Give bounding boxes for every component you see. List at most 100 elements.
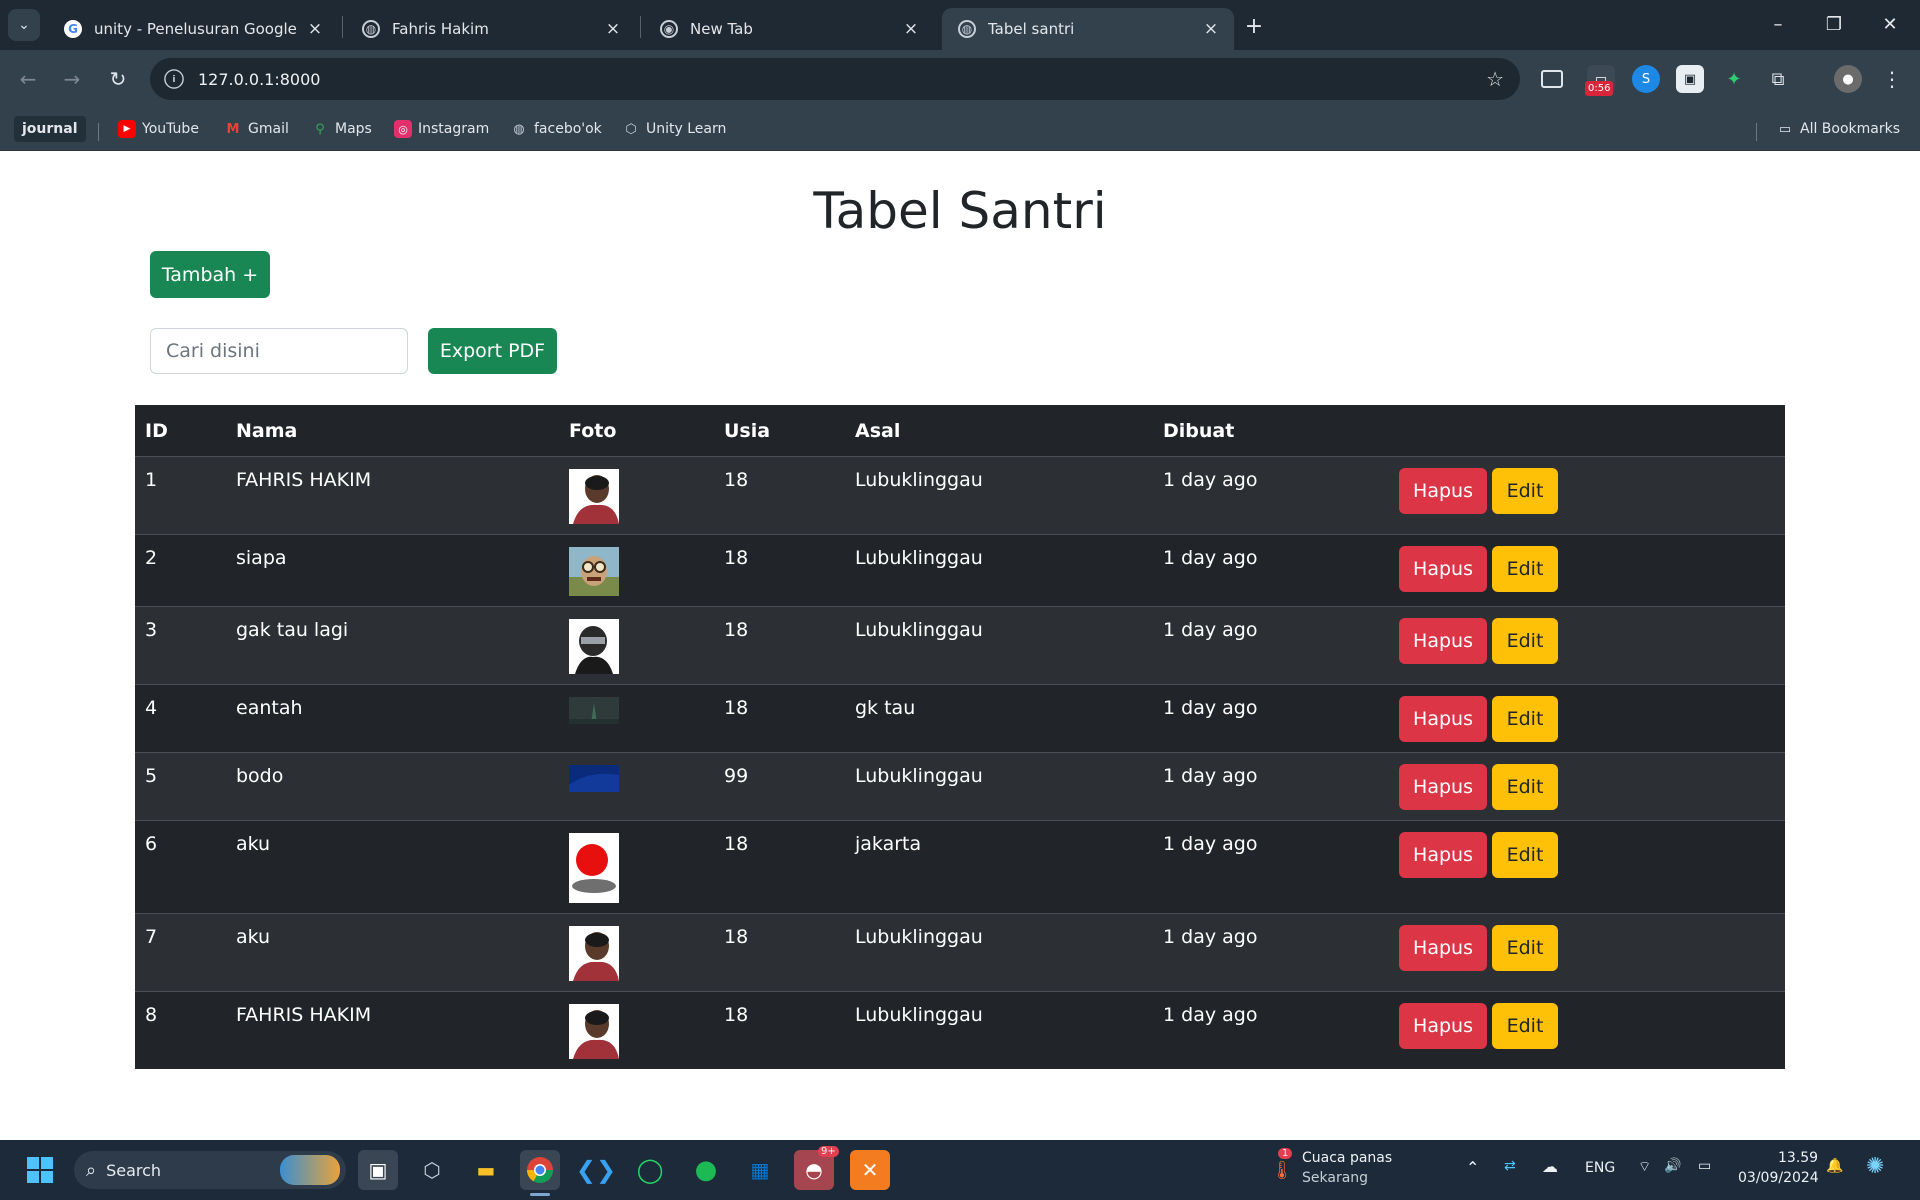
vscode-icon[interactable]: ❮❯ [576,1150,616,1190]
chrome-icon [526,1157,554,1184]
back-icon[interactable]: ← [12,63,44,95]
tab-manager-icon[interactable] [1541,70,1563,88]
weather-title[interactable]: Cuaca panas [1302,1150,1392,1166]
edit-button[interactable]: Edit [1492,695,1558,742]
delete-button[interactable]: Hapus [1399,617,1487,664]
wifi-icon[interactable]: ⌔ [1638,1158,1651,1176]
site-info-icon[interactable]: i [164,69,184,89]
tab-tabel-santri[interactable]: ◍ Tabel santri × [942,8,1234,50]
helmet-photo [569,618,619,674]
column-header-asal: Asal [845,405,1153,457]
bookmark-youtube[interactable]: ▶ YouTube [118,116,199,142]
export-pdf-button[interactable]: Export PDF [428,328,557,374]
cell-foto [559,913,714,992]
delete-button[interactable]: Hapus [1399,831,1487,878]
tray-app-icon[interactable]: ⇄ [1504,1158,1516,1174]
address-bar[interactable]: i 127.0.0.1:8000 ☆ [150,58,1520,100]
tab-new-tab[interactable]: ◉ New Tab × [644,8,934,50]
battery-icon[interactable]: ▭ [1698,1158,1711,1174]
cell-foto [559,752,714,821]
delete-button[interactable]: Hapus [1399,695,1487,742]
square-extension-icon[interactable]: ▣ [1676,65,1704,93]
edit-button[interactable]: Edit [1492,831,1558,878]
person-photo [569,925,619,981]
close-window-button[interactable]: ✕ [1862,8,1918,40]
edit-button[interactable]: Edit [1492,1002,1558,1049]
bookmark-journal[interactable]: journal [14,116,86,142]
spotify-icon[interactable]: ● [686,1150,726,1190]
leaf-extension-icon[interactable]: ✦ [1720,65,1748,93]
bookmark-instagram[interactable]: ◎ Instagram [394,116,489,142]
copilot-icon[interactable]: ✺ [1866,1154,1884,1179]
tab-fahris-hakim[interactable]: ◍ Fahris Hakim × [346,8,636,50]
onedrive-icon[interactable]: ☁ [1542,1157,1558,1176]
bookmark-facebook[interactable]: ◍ facebo'ok [510,116,601,142]
unity-hub-icon[interactable]: ⬡ [412,1150,452,1190]
notification-bell-icon[interactable]: 🔔 [1826,1158,1843,1174]
extensions-puzzle-icon[interactable]: ⧉ [1764,65,1792,93]
close-tab-icon[interactable]: × [1200,18,1222,40]
taskbar-search[interactable]: ⌕ Search [74,1151,346,1189]
cell-id: 2 [135,534,226,607]
windows-start-icon[interactable] [20,1150,60,1190]
tab-search-button[interactable]: ⌄ [8,9,40,41]
delete-button[interactable]: Hapus [1399,1002,1487,1049]
microsoft-store-icon[interactable]: ▦ [740,1150,780,1190]
all-bookmarks-button[interactable]: ▭ All Bookmarks [1776,116,1900,142]
edit-button[interactable]: Edit [1492,617,1558,664]
bookmark-star-icon[interactable]: ☆ [1486,67,1504,91]
xampp-icon[interactable]: ✕ [850,1150,890,1190]
bookmark-unity-learn[interactable]: ⬡ Unity Learn [622,116,726,142]
bookmark-label: Instagram [418,121,490,137]
shazam-extension-icon[interactable]: S [1632,65,1660,93]
delete-button[interactable]: Hapus [1399,467,1487,514]
file-explorer-icon[interactable]: ▬ [466,1150,506,1190]
delete-button[interactable]: Hapus [1399,545,1487,592]
tab-google[interactable]: G unity - Penelusuran Google × [48,8,338,50]
column-header-nama: Nama [226,405,559,457]
edit-button[interactable]: Edit [1492,924,1558,971]
cell-id: 5 [135,752,226,821]
profile-avatar[interactable]: ● [1834,65,1862,93]
minimize-button[interactable]: – [1750,8,1806,40]
edit-button[interactable]: Edit [1492,467,1558,514]
table-row: 8 FAHRIS HAKIM 18 Lubuklinggau 1 day ago… [135,991,1785,1069]
volume-icon[interactable]: 🔊 [1664,1158,1681,1174]
forward-icon[interactable]: → [56,63,88,95]
cell-usia: 18 [714,913,845,992]
maps-icon: ⚲ [315,121,325,137]
all-bookmarks-label: All Bookmarks [1800,121,1901,137]
reload-icon[interactable]: ↻ [102,63,134,95]
cell-asal: Lubuklinggau [845,752,1153,821]
edit-button[interactable]: Edit [1492,763,1558,810]
search-input[interactable] [150,328,408,374]
cell-id: 4 [135,684,226,753]
language-indicator[interactable]: ENG [1585,1160,1615,1176]
delete-button[interactable]: Hapus [1399,763,1487,810]
weather-subtitle[interactable]: Sekarang [1302,1170,1368,1186]
chevron-up-icon[interactable]: ⌃ [1466,1158,1479,1177]
cell-foto [559,606,714,685]
kebab-menu-icon[interactable]: ⋮ [1878,65,1906,93]
add-button[interactable]: Tambah + [150,251,270,298]
cell-foto [559,820,714,914]
bookmark-label: Unity Learn [646,121,727,137]
bookmark-gmail[interactable]: M Gmail [224,116,289,142]
close-tab-icon[interactable]: × [900,18,922,40]
restore-button[interactable]: ❐ [1806,8,1862,40]
whatsapp-icon[interactable]: ◯ [630,1150,670,1190]
new-tab-button[interactable]: + [1240,12,1268,40]
cell-asal: Lubuklinggau [845,606,1153,685]
clock-time[interactable]: 13.59 [1778,1150,1818,1166]
bookmark-maps[interactable]: ⚲ Maps [311,116,372,142]
clock-date[interactable]: 03/09/2024 [1738,1170,1819,1186]
task-view-icon[interactable]: ▣ [358,1150,398,1190]
close-tab-icon[interactable]: × [304,18,326,40]
delete-button[interactable]: Hapus [1399,924,1487,971]
close-tab-icon[interactable]: × [602,18,624,40]
gmail-icon: M [226,121,240,137]
chrome-taskbar-icon[interactable] [520,1150,560,1190]
globe-icon: ◍ [958,20,976,38]
tab-separator [640,16,641,38]
edit-button[interactable]: Edit [1492,545,1558,592]
